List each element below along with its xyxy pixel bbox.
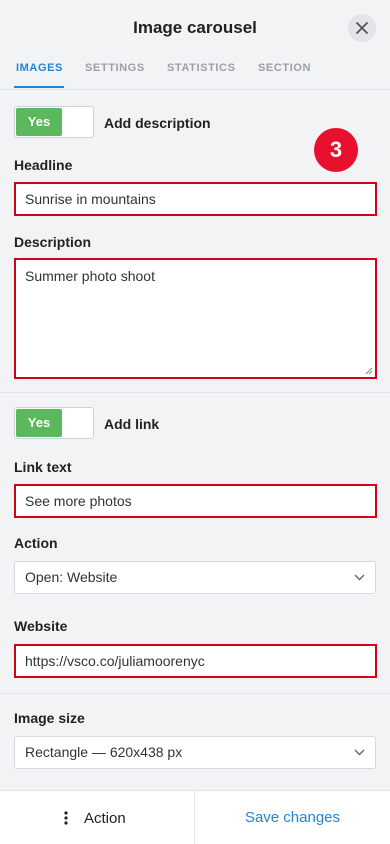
step-badge: 3 [314, 128, 358, 172]
resize-grip-icon[interactable] [365, 367, 373, 375]
image-size-value: Rectangle — 620x438 px [25, 744, 183, 760]
close-button[interactable] [348, 14, 376, 42]
description-toggle[interactable]: Yes [14, 106, 94, 138]
tab-statistics[interactable]: STATISTICS [167, 62, 236, 74]
action-button[interactable]: Action [0, 791, 194, 844]
link-toggle[interactable]: Yes [14, 407, 94, 439]
section-divider [0, 693, 390, 694]
headline-input[interactable]: Sunrise in mountains [14, 182, 377, 216]
description-value: Summer photo shoot [25, 268, 155, 284]
website-label: Website [14, 618, 68, 634]
link-text-label: Link text [14, 459, 72, 475]
link-toggle-label: Add link [104, 416, 160, 432]
action-select-value: Open: Website [25, 569, 118, 585]
website-input[interactable]: https://vsco.co/juliamoorenyc [14, 644, 377, 678]
description-toggle-label: Add description [104, 115, 211, 131]
panel-header: Image carousel IMAGES SETTINGS STATISTIC… [0, 0, 390, 90]
action-label: Action [14, 535, 58, 551]
action-select[interactable]: Open: Website [14, 561, 376, 594]
active-tab-indicator [14, 86, 64, 88]
description-textarea[interactable]: Summer photo shoot [14, 258, 377, 379]
tab-images[interactable]: IMAGES [16, 62, 63, 74]
tab-section[interactable]: SECTION [258, 62, 311, 74]
toggle-on-state: Yes [16, 409, 62, 437]
image-size-label: Image size [14, 710, 85, 726]
section-divider [0, 392, 390, 393]
tab-bar: IMAGES SETTINGS STATISTICS SECTION [0, 56, 390, 90]
link-text-input[interactable]: See more photos [14, 484, 377, 518]
headline-label: Headline [14, 157, 73, 173]
more-vertical-icon [64, 811, 68, 825]
tab-settings[interactable]: SETTINGS [85, 62, 145, 74]
action-button-label: Action [84, 810, 126, 827]
close-icon [356, 22, 368, 34]
chevron-down-icon [354, 574, 365, 581]
panel-title: Image carousel [133, 18, 257, 37]
image-size-select[interactable]: Rectangle — 620x438 px [14, 736, 376, 769]
save-changes-button[interactable]: Save changes [195, 791, 390, 844]
footer-bar: Action Save changes [0, 790, 390, 844]
toggle-on-state: Yes [16, 108, 62, 136]
description-label: Description [14, 234, 92, 250]
chevron-down-icon [354, 749, 365, 756]
